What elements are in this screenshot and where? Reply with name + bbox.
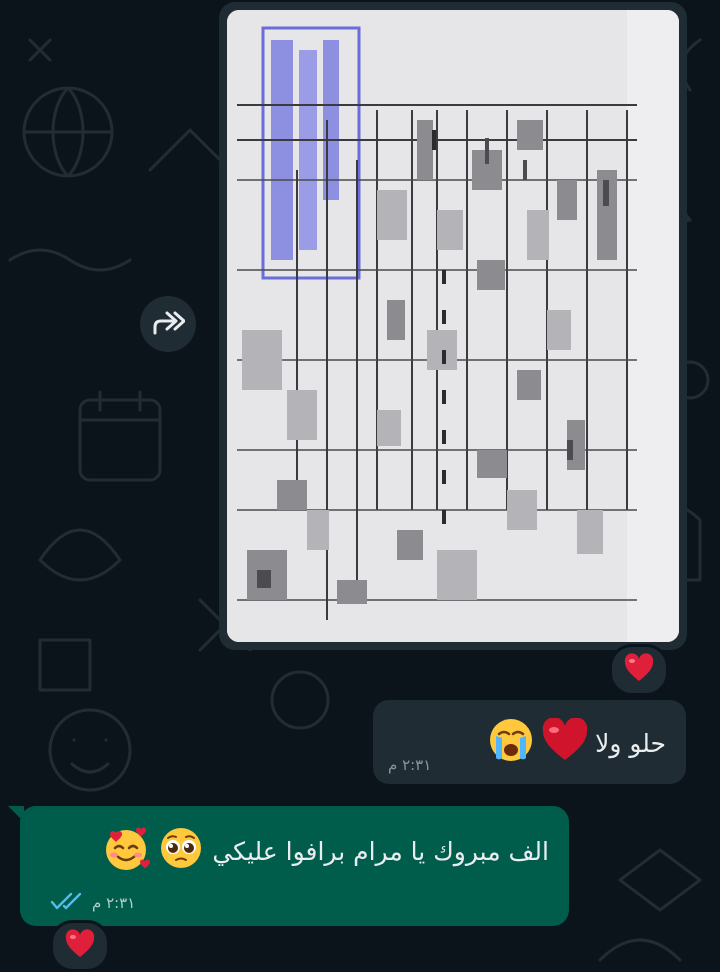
- pleading-face-emoji: [158, 825, 204, 877]
- message-reaction[interactable]: [609, 644, 669, 696]
- message-time: ٢:٣١ م: [92, 894, 136, 912]
- message-time: ٢:٣١ م: [388, 756, 432, 774]
- message-reaction[interactable]: [50, 920, 110, 972]
- red-heart-emoji: [541, 717, 589, 768]
- bubble-tail: [8, 806, 24, 822]
- read-receipt-icon: [50, 892, 84, 914]
- message-text: الف مبروك يا مرام برافوا عليكي: [212, 836, 549, 866]
- document-photo[interactable]: [227, 10, 679, 642]
- heart-emoji: [623, 653, 655, 687]
- forward-button[interactable]: [140, 296, 196, 352]
- smiling-face-with-hearts-emoji: [102, 824, 151, 878]
- heart-emoji: [64, 929, 96, 963]
- outgoing-message-bubble[interactable]: الف مبروك يا مرام برافوا عليكي ٢:٣١ م: [8, 806, 569, 926]
- image-message-bubble[interactable]: [219, 2, 687, 650]
- message-text: حلو ولا: [595, 728, 666, 758]
- forward-icon: [151, 309, 186, 339]
- crying-face-emoji: [487, 716, 535, 770]
